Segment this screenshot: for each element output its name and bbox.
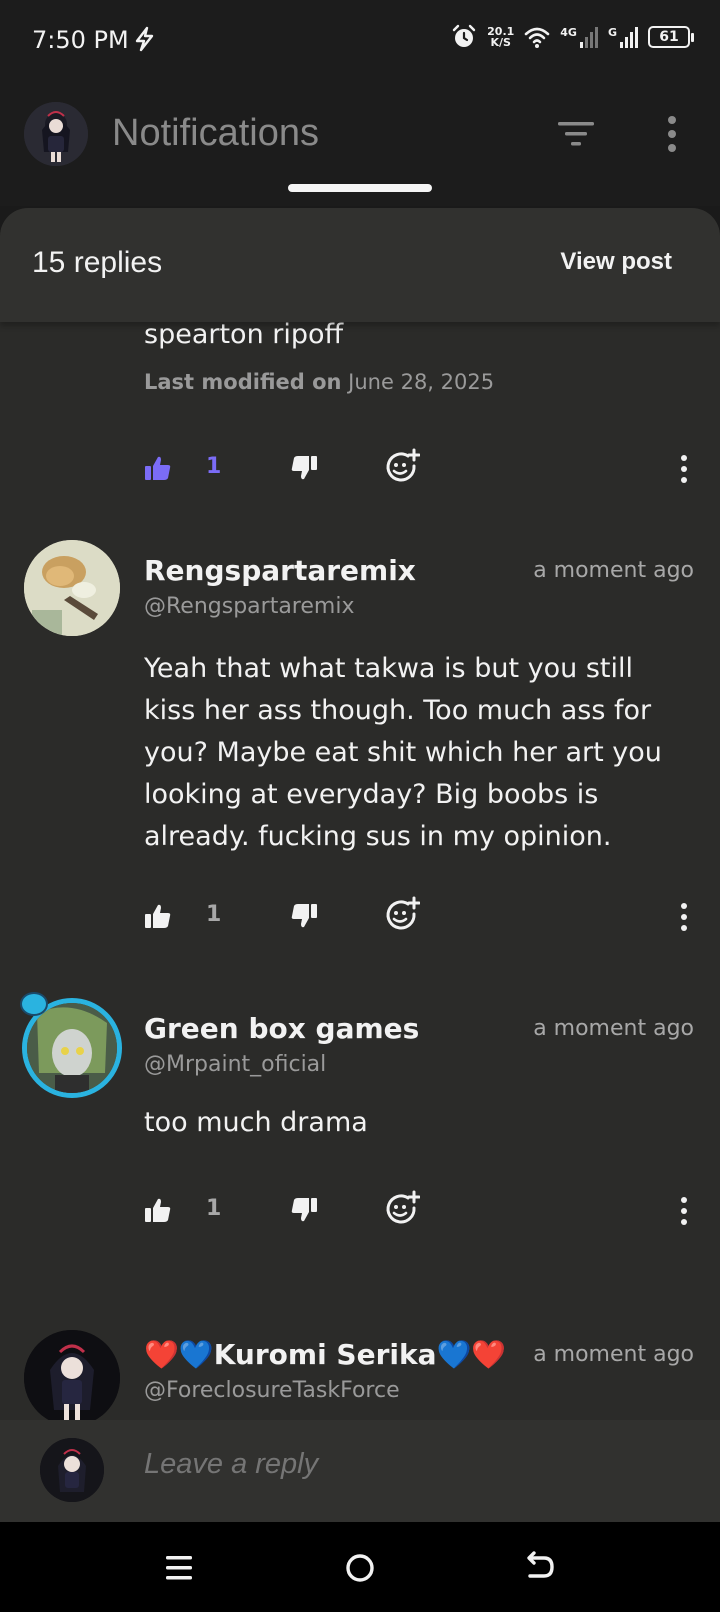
avatar-illustration [40,1438,104,1502]
network-speed: 20.1 K/S [487,26,514,48]
home-icon[interactable] [342,1550,378,1586]
status-bar: 7:50 PM 20.1 K/S 4G G 61 [0,0,720,80]
comment-handle[interactable]: @Rengspartaremix [144,594,354,619]
charging-bolt-icon [135,26,154,52]
comment-item: Rengspartaremix @Rengspartaremix a momen… [0,540,720,960]
comment-actions: 1 [144,448,696,494]
avatar-photo [24,540,120,636]
comment-item: ❤️💙Kuromi Serika💙❤️ @ForeclosureTaskForc… [0,1320,720,1420]
alarm-icon [452,24,476,47]
like-count: 1 [206,902,222,927]
comment-author[interactable]: Green box games [144,1012,419,1045]
user-avatar[interactable] [24,1330,120,1420]
status-icons: 20.1 K/S 4G G 61 [451,24,694,50]
dislike-icon[interactable] [290,454,318,482]
profile-avatar[interactable] [24,102,88,166]
reply-composer [0,1420,720,1522]
sheet-drag-handle[interactable] [288,184,432,192]
sheet-header: 15 replies View post [0,208,720,322]
comment-more-icon[interactable] [672,1196,696,1226]
signal-bars-icon [620,26,638,48]
comment-more-icon[interactable] [672,902,696,932]
modified-label: Last modified on [144,370,342,394]
dislike-icon[interactable] [290,902,318,930]
dislike-icon[interactable] [290,1196,318,1224]
avatar-badge [20,992,48,1016]
like-count: 1 [206,1196,222,1221]
reply-input[interactable] [144,1448,644,1481]
wifi-icon [524,27,550,48]
comment-handle[interactable]: @ForeclosureTaskForce [144,1378,400,1403]
avatar-illustration [27,1003,117,1093]
comment-time: a moment ago [533,558,694,583]
comment-more-icon[interactable] [672,454,696,484]
comment-actions: 1 [144,896,696,942]
add-reaction-icon[interactable] [384,1190,420,1226]
like-count: 1 [206,454,222,479]
network-speed-unit: K/S [490,36,511,49]
modified-date: June 28, 2025 [348,370,495,394]
app-header: Notifications [0,80,720,206]
back-icon[interactable] [522,1550,558,1586]
battery-cap [691,32,694,42]
replies-sheet: 15 replies View post spearton ripoff Las… [0,208,720,1420]
comment-item: spearton ripoff Last modified on June 28… [0,314,720,514]
comment-item: Green box games @Mrpaint_oficial a momen… [0,992,720,1252]
comment-body: Yeah that what takwa is but you still ki… [144,653,662,852]
battery-level: 61 [648,26,690,48]
add-reaction-icon[interactable] [384,448,420,484]
add-reaction-icon[interactable] [384,896,420,932]
like-icon[interactable] [144,454,172,482]
more-options-icon[interactable] [660,114,684,154]
comment-author[interactable]: Rengspartaremix [144,554,416,587]
sim2-network-type: G [607,26,617,39]
avatar-illustration [24,102,88,166]
comment-author[interactable]: ❤️💙Kuromi Serika💙❤️ [144,1338,506,1371]
comment-actions: 1 [144,1190,696,1236]
battery-indicator: 61 [648,26,694,48]
status-time: 7:50 PM [32,26,129,54]
signal-bars-icon [579,26,598,48]
avatar-illustration [24,1330,120,1420]
sim1-signal: 4G [560,26,598,48]
user-avatar[interactable] [24,540,120,636]
modified-info: Last modified on June 28, 2025 [144,370,494,394]
page-title: Notifications [112,112,319,154]
comment-body: too much drama [144,1107,368,1138]
comment-time: a moment ago [533,1016,694,1041]
system-nav-bar [0,1522,720,1612]
like-icon[interactable] [144,1196,172,1224]
view-post-button[interactable]: View post [560,248,672,276]
sim2-signal: G [608,26,638,48]
sim1-network-type: 4G [560,26,577,39]
comment-time: a moment ago [533,1342,694,1367]
filter-icon[interactable] [556,118,596,150]
my-avatar [40,1438,104,1502]
menu-icon[interactable] [162,1550,198,1586]
replies-count: 15 replies [32,246,163,279]
like-icon[interactable] [144,902,172,930]
comment-handle[interactable]: @Mrpaint_oficial [144,1052,326,1077]
